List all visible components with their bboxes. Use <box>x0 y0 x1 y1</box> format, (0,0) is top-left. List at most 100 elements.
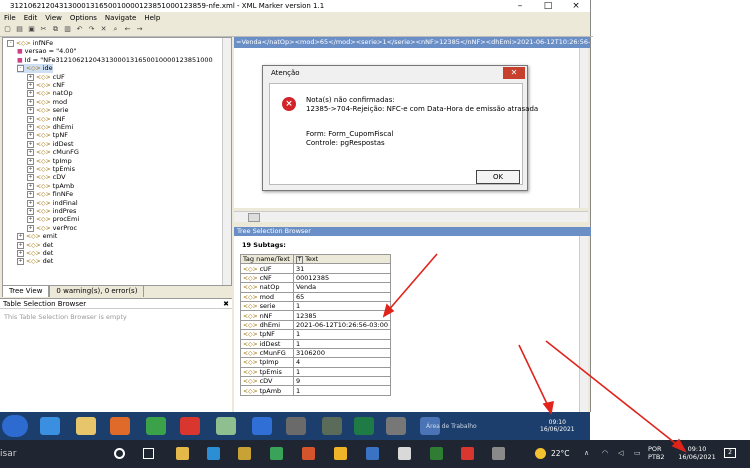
collapse-icon[interactable]: - <box>7 40 14 47</box>
col-text-header[interactable]: T Text <box>292 253 392 265</box>
expand-icon[interactable]: + <box>17 258 24 266</box>
tab-tree-view[interactable]: Tree View <box>2 285 50 297</box>
expand-icon[interactable]: + <box>27 140 34 148</box>
tab-warnings[interactable]: 0 warning(s), 0 error(s) <box>49 285 145 297</box>
start-orb-icon[interactable] <box>2 415 28 437</box>
nav-back-icon[interactable]: ← <box>123 25 132 34</box>
table-row[interactable]: <◇> tpAmb 1 <box>240 385 392 396</box>
table-browser-close-icon[interactable]: ✖ <box>223 300 229 308</box>
menu-edit[interactable]: Edit <box>24 14 38 22</box>
table-row[interactable]: <◇> natOp Venda <box>240 282 392 293</box>
save-icon[interactable]: ▣ <box>27 25 36 34</box>
language-indicator[interactable]: POR PTB2 <box>648 445 665 461</box>
weather-temp[interactable]: 22°C <box>551 449 570 458</box>
expand-icon[interactable]: + <box>27 73 34 81</box>
undo-icon[interactable]: ↶ <box>75 25 84 34</box>
tree-node[interactable]: + <◇> det <box>17 257 53 266</box>
collapse-icon[interactable]: - <box>17 65 24 73</box>
network-icon[interactable]: ◠ <box>602 449 608 457</box>
media-icon[interactable] <box>110 417 130 435</box>
delete-icon[interactable]: ✕ <box>99 25 108 34</box>
app11-icon[interactable] <box>492 447 505 460</box>
menu-options[interactable]: Options <box>70 14 97 22</box>
anydesk-task-icon[interactable] <box>461 447 474 460</box>
table-row[interactable]: <◇> tpImp 4 <box>240 357 392 368</box>
volume-icon[interactable]: ◁ <box>618 449 623 457</box>
expand-icon[interactable]: + <box>17 241 24 249</box>
col-tag-header[interactable]: Tag name/Text <box>240 253 294 265</box>
table-row[interactable]: <◇> dhEmi 2021-06-12T10:26:56-03:00 <box>240 319 392 331</box>
edge-icon[interactable] <box>207 447 220 460</box>
task-view-icon[interactable] <box>143 448 154 459</box>
desktop-label[interactable]: Área de Trabalho <box>426 423 477 430</box>
search-box[interactable]: isar <box>0 449 16 459</box>
xml-horizontal-scrollbar[interactable] <box>234 211 588 222</box>
expand-icon[interactable]: + <box>27 124 34 131</box>
weather-icon[interactable] <box>535 448 546 459</box>
scroll-thumb[interactable] <box>248 213 260 222</box>
menu-navigate[interactable]: Navigate <box>105 14 136 22</box>
table-row[interactable]: <◇> cNF 00012385 <box>240 272 392 284</box>
expand-icon[interactable]: + <box>27 208 34 215</box>
notification-icon[interactable]: 2 <box>724 448 736 458</box>
open-folder-icon[interactable]: ▤ <box>15 25 24 34</box>
dialog-close-icon[interactable]: ✕ <box>503 67 525 79</box>
tray-chevron-icon[interactable]: ∧ <box>584 449 589 457</box>
xml-scrollbar[interactable] <box>579 48 588 208</box>
expand-icon[interactable]: + <box>27 166 34 173</box>
expand-icon[interactable]: + <box>17 233 24 241</box>
teamviewer-icon[interactable] <box>252 417 272 435</box>
explorer-icon[interactable] <box>176 447 189 460</box>
menu-view[interactable]: View <box>45 14 62 22</box>
expand-icon[interactable]: + <box>27 107 34 115</box>
battery-icon[interactable]: ▭ <box>634 449 641 457</box>
ie-icon[interactable] <box>40 417 60 435</box>
table-row[interactable]: <◇> cDV 9 <box>240 376 392 387</box>
expand-icon[interactable]: + <box>17 250 24 257</box>
tree-selection-scrollbar[interactable] <box>579 236 588 412</box>
folder-icon[interactable] <box>76 417 96 435</box>
app9-icon[interactable] <box>398 447 411 460</box>
table-row[interactable]: <◇> cMunFG 3106200 <box>240 347 392 359</box>
app5-icon[interactable] <box>238 447 251 460</box>
table-row[interactable]: <◇> tpEmis 1 <box>240 366 392 378</box>
redo-icon[interactable]: ↷ <box>87 25 96 34</box>
chrome-task-icon[interactable] <box>302 447 315 460</box>
maximize-icon[interactable]: □ <box>534 1 562 11</box>
app3-icon[interactable] <box>386 417 406 435</box>
cortana-icon[interactable] <box>114 448 125 459</box>
expand-icon[interactable]: + <box>27 191 34 199</box>
table-row[interactable]: <◇> mod 65 <box>240 291 392 302</box>
ok-button[interactable]: OK <box>476 170 520 184</box>
table-row[interactable]: <◇> nNF 12385 <box>240 310 392 321</box>
expand-icon[interactable]: + <box>27 182 34 190</box>
tree-scrollbar[interactable] <box>222 38 231 285</box>
app2-icon[interactable] <box>322 417 342 435</box>
gcm-icon[interactable] <box>216 417 236 435</box>
table-row[interactable]: <◇> idDest 1 <box>240 338 392 349</box>
chrome-icon[interactable] <box>146 417 166 435</box>
app10-icon[interactable] <box>430 447 443 460</box>
clock[interactable]: 09:10 16/06/2021 <box>674 445 720 461</box>
copy-icon[interactable]: ⧉ <box>51 25 60 34</box>
app6-icon[interactable] <box>270 447 283 460</box>
app7-icon[interactable] <box>334 447 347 460</box>
nav-forward-icon[interactable]: → <box>135 25 144 34</box>
menu-file[interactable]: File <box>4 14 16 22</box>
expand-icon[interactable]: + <box>27 82 34 89</box>
app8-icon[interactable] <box>366 447 379 460</box>
expand-icon[interactable]: + <box>27 132 34 140</box>
cut-icon[interactable]: ✂ <box>39 25 48 34</box>
minimize-icon[interactable]: – <box>506 1 534 11</box>
tree-pane[interactable]: - <◇> infNFe ■ versao = "4.00" ■ Id = "NFe3121… <box>2 37 232 286</box>
expand-icon[interactable]: + <box>27 216 34 224</box>
new-file-icon[interactable]: ▢ <box>3 25 12 34</box>
expand-icon[interactable]: + <box>27 115 34 123</box>
expand-icon[interactable]: + <box>27 98 34 106</box>
find-icon[interactable]: ⌕ <box>111 25 120 34</box>
expand-icon[interactable]: + <box>27 90 34 98</box>
table-row[interactable]: <◇> tpNF 1 <box>240 329 392 340</box>
expand-icon[interactable]: + <box>27 199 34 207</box>
expand-icon[interactable]: + <box>27 224 34 232</box>
table-row[interactable]: <◇> cUF 31 <box>240 263 392 274</box>
